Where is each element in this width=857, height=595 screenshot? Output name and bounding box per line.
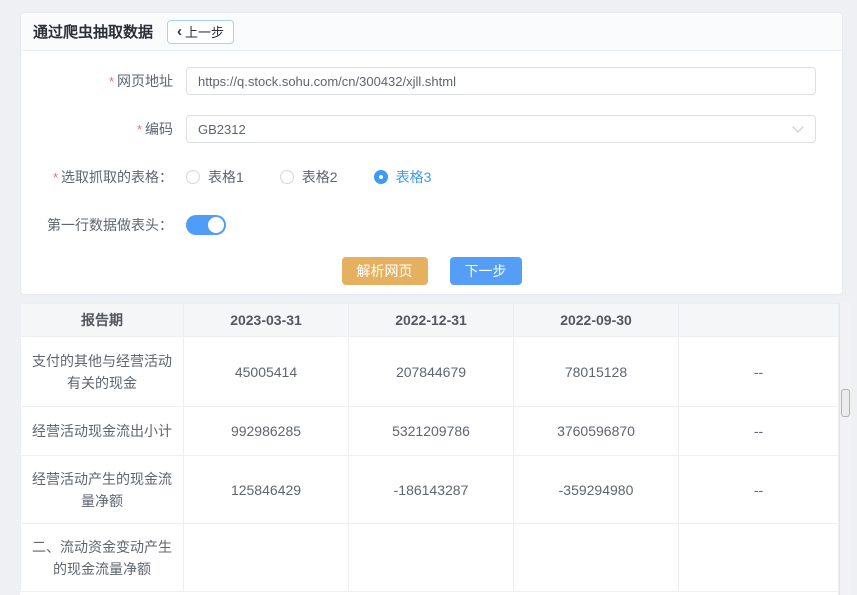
radio-table2[interactable]: 表格2 [280, 167, 338, 187]
value-cell [184, 524, 349, 592]
table-row: 经营活动现金流出小计99298628553212097863760596870-… [21, 407, 839, 456]
action-buttons-row: 解析网页 下一步 [21, 257, 842, 285]
first-row-header-switch[interactable] [186, 215, 226, 235]
url-row: *网页地址 https://q.stock.sohu.com/cn/300432… [21, 67, 842, 95]
header-cell: 2023-03-31 [184, 304, 349, 337]
switch-knob [208, 217, 224, 233]
back-button-label: 上一步 [185, 22, 224, 41]
required-mark: * [53, 170, 58, 185]
value-cell: 5321209786 [349, 407, 514, 456]
value-cell: -- [679, 407, 839, 456]
radio-table1[interactable]: 表格1 [186, 167, 244, 187]
header-toggle-row: 第一行数据做表头： [21, 215, 842, 235]
table-row: 支付的其他与经营活动有关的现金4500541420784467978015128… [21, 337, 839, 407]
required-mark: * [137, 122, 142, 137]
radio-table3[interactable]: 表格3 [374, 167, 432, 187]
value-cell: 207844679 [349, 337, 514, 407]
back-chevron-icon: ‹ [177, 24, 182, 39]
table-header-row: 报告期 2023-03-31 2022-12-31 2022-09-30 [21, 304, 839, 337]
value-cell [349, 524, 514, 592]
value-cell: 992986285 [184, 407, 349, 456]
url-input[interactable]: https://q.stock.sohu.com/cn/300432/xjll.… [186, 67, 816, 95]
row-label-cell: 经营活动产生的现金流量净额 [21, 456, 184, 524]
next-step-button[interactable]: 下一步 [450, 257, 522, 285]
table-radio-group: 表格1 表格2 表格3 [186, 167, 431, 187]
value-cell: -186143287 [349, 456, 514, 524]
crawler-card: 通过爬虫抽取数据 ‹ 上一步 *网页地址 https://q.stock.soh… [20, 12, 843, 295]
header-cell: 2022-09-30 [514, 304, 679, 337]
table-row: 经营活动产生的现金流量净额125846429-186143287-3592949… [21, 456, 839, 524]
radio-table3-label: 表格3 [396, 167, 432, 187]
row-label-cell: 经营活动现金流出小计 [21, 407, 184, 456]
header-toggle-label: 第一行数据做表头： [21, 215, 186, 235]
page-title: 通过爬虫抽取数据 [33, 21, 153, 42]
radio-table1-label: 表格1 [208, 167, 244, 187]
header-cell: 2022-12-31 [349, 304, 514, 337]
table-select-row: *选取抓取的表格： 表格1 表格2 表格3 [21, 167, 842, 187]
value-cell: 78015128 [514, 337, 679, 407]
table-select-label: *选取抓取的表格： [21, 167, 186, 187]
header-cell [679, 304, 839, 337]
row-label-cell: 二、流动资金变动产生的现金流量净额 [21, 524, 184, 592]
value-cell [514, 524, 679, 592]
vertical-scrollbar[interactable] [839, 303, 851, 595]
back-button[interactable]: ‹ 上一步 [167, 20, 234, 44]
scrollbar-thumb[interactable] [841, 389, 850, 417]
encoding-row: *编码 GB2312 [21, 115, 842, 143]
encoding-select[interactable]: GB2312 [186, 115, 816, 143]
url-label: *网页地址 [21, 71, 186, 91]
required-mark: * [109, 74, 114, 89]
url-input-value: https://q.stock.sohu.com/cn/300432/xjll.… [198, 74, 456, 89]
radio-circle-icon [280, 170, 294, 184]
encoding-label: *编码 [21, 119, 186, 139]
preview-table-container: 报告期 2023-03-31 2022-12-31 2022-09-30 支付的… [20, 303, 838, 595]
value-cell: 3760596870 [514, 407, 679, 456]
chevron-down-icon [792, 121, 803, 132]
data-table: 报告期 2023-03-31 2022-12-31 2022-09-30 支付的… [20, 303, 838, 592]
radio-circle-icon [374, 170, 388, 184]
header-cell: 报告期 [21, 304, 184, 337]
value-cell: -- [679, 337, 839, 407]
value-cell [679, 524, 839, 592]
row-label-cell: 支付的其他与经营活动有关的现金 [21, 337, 184, 407]
value-cell: -359294980 [514, 456, 679, 524]
radio-circle-icon [186, 170, 200, 184]
encoding-select-value: GB2312 [198, 122, 246, 137]
table-row: 二、流动资金变动产生的现金流量净额 [21, 524, 839, 592]
value-cell: 45005414 [184, 337, 349, 407]
table-body: 支付的其他与经营活动有关的现金4500541420784467978015128… [21, 337, 839, 592]
radio-table2-label: 表格2 [302, 167, 338, 187]
value-cell: 125846429 [184, 456, 349, 524]
parse-page-button[interactable]: 解析网页 [342, 257, 428, 285]
value-cell: -- [679, 456, 839, 524]
card-header: 通过爬虫抽取数据 ‹ 上一步 [21, 13, 842, 51]
